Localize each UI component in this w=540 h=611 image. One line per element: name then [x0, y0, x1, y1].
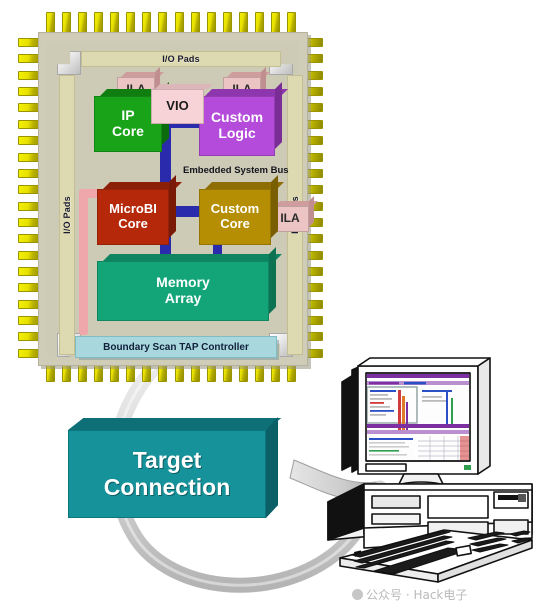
- chip-die-body: I/O Pads I/O Pads I/O Pads: [38, 32, 318, 366]
- diagram-canvas: I/O Pads I/O Pads I/O Pads: [0, 0, 540, 611]
- target-connection-box: Target Connection: [68, 417, 288, 518]
- target-box-side-face: [266, 417, 278, 518]
- block-custom-logic: Custom Logic: [199, 82, 288, 156]
- block-label-line2: Logic: [218, 125, 256, 141]
- chip-die-inner: I/O Pads I/O Pads I/O Pads: [47, 41, 318, 358]
- jtag-trace-vertical: [79, 189, 88, 335]
- block-memory-array: Memory Array: [97, 247, 282, 321]
- target-label-line1: Target: [132, 446, 202, 473]
- block-label-line1: MicroBI: [109, 201, 157, 217]
- watermark: 公众号 · Hack电子: [352, 586, 467, 603]
- block-label-line1: Memory: [156, 274, 210, 291]
- block-custom-core: Custom Core: [199, 175, 284, 245]
- ila-block-custom-core: ILA: [271, 196, 318, 232]
- block-label-line1: Custom: [210, 201, 260, 217]
- block-label-line2: Core: [118, 216, 148, 231]
- boundary-scan-tap-controller: Boundary Scan TAP Controller: [75, 336, 277, 358]
- io-pads-left: I/O Pads: [59, 75, 75, 355]
- block-label-line1: IP: [121, 107, 135, 124]
- block-microbl-core: MicroBI Core: [97, 175, 182, 245]
- block-label-line2: Core: [220, 216, 250, 231]
- embedded-system-bus-label: Embedded System Bus: [183, 165, 289, 176]
- target-box-top-face: [68, 418, 282, 430]
- tap-controller-label: Boundary Scan TAP Controller: [103, 341, 249, 353]
- watermark-text: 公众号 · Hack电子: [366, 588, 468, 602]
- target-box-front-face: Target Connection: [68, 430, 266, 518]
- desktop-computer-illustration: [327, 357, 533, 583]
- target-label-line2: Connection: [103, 474, 231, 500]
- io-pads-top-label: I/O Pads: [162, 54, 200, 64]
- ila-label: ILA: [126, 82, 146, 97]
- block-label-line1: VIO: [166, 98, 189, 114]
- block-vio: VIO: [151, 84, 213, 124]
- block-label-line1: Custom: [210, 109, 264, 126]
- watermark-icon: [352, 589, 363, 600]
- ila-label: ILA: [280, 211, 300, 226]
- block-label-line2: Array: [164, 290, 202, 306]
- io-pads-left-label: I/O Pads: [62, 196, 72, 234]
- chip-package: I/O Pads I/O Pads I/O Pads: [18, 12, 323, 382]
- io-pads-top: I/O Pads: [81, 51, 281, 67]
- bond-corner-top-left: [57, 51, 81, 75]
- block-label-line2: Core: [112, 123, 144, 139]
- ila-label: ILA: [232, 82, 252, 97]
